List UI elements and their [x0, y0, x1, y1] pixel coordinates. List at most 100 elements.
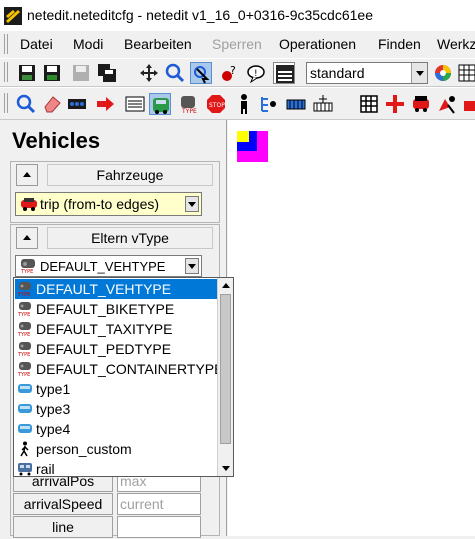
- crossing-icon[interactable]: [124, 93, 146, 115]
- speech-bubble-icon[interactable]: !: [245, 62, 267, 84]
- svg-text:STOP: STOP: [209, 102, 225, 109]
- list-item[interactable]: rail: [15, 459, 218, 476]
- vehicles-group-label: Fahrzeuge: [47, 164, 213, 186]
- menu-modi[interactable]: Modi: [73, 36, 103, 52]
- vehicle-mode-icon[interactable]: [149, 93, 171, 115]
- svg-text:TYPE: TYPE: [17, 292, 30, 297]
- list-item[interactable]: person_custom: [15, 439, 218, 459]
- menu-finden[interactable]: Finden: [378, 36, 421, 52]
- canvas-graphics: [237, 131, 268, 162]
- grid-view-icon[interactable]: [358, 93, 380, 115]
- car-blue-icon: [17, 401, 33, 417]
- container-plan-icon[interactable]: [312, 93, 334, 115]
- search-icon[interactable]: [15, 93, 37, 115]
- svg-text:!: !: [254, 69, 258, 79]
- car-blue-icon: [17, 381, 33, 397]
- svg-text:TYPE: TYPE: [17, 352, 30, 357]
- vtype-icon: TYPE: [17, 301, 33, 318]
- mode-select[interactable]: standard: [306, 62, 428, 84]
- vtype-icon: TYPE: [19, 258, 37, 275]
- network-canvas[interactable]: [228, 120, 475, 536]
- person-icon[interactable]: [233, 93, 255, 115]
- parent-vtype-select[interactable]: TYPE DEFAULT_VEHTYPE: [15, 255, 202, 277]
- vehicle-type-select[interactable]: trip (from-to edges): [15, 192, 202, 216]
- container-icon[interactable]: [285, 93, 307, 115]
- svg-text:TYPE: TYPE: [20, 269, 33, 274]
- lock-extra-icon[interactable]: [460, 93, 475, 115]
- vehicle-lock-icon[interactable]: [410, 93, 432, 115]
- attribute-input[interactable]: [117, 516, 201, 538]
- train-icon: [17, 461, 33, 476]
- red-arrow-icon[interactable]: [94, 93, 116, 115]
- parent-vtype-dropdown-list[interactable]: TYPE DEFAULT_VEHTYPE TYPE DEFAULT_BIKETY…: [13, 277, 234, 477]
- attribute-row-arrivalspeed: arrivalSpeed current: [13, 493, 203, 515]
- menu-bearbeiten[interactable]: Bearbeiten: [124, 36, 192, 52]
- list-item[interactable]: TYPE DEFAULT_VEHTYPE: [15, 279, 218, 299]
- list-item[interactable]: type1: [15, 379, 218, 399]
- save-all-icon[interactable]: [96, 62, 118, 84]
- junction-icon[interactable]: [384, 93, 406, 115]
- collapse-vehicles-button[interactable]: [16, 164, 38, 186]
- list-item[interactable]: TYPE DEFAULT_TAXITYPE: [15, 319, 218, 339]
- mode-select-value: standard: [310, 65, 365, 81]
- toolbar-grip-2[interactable]: [4, 93, 8, 113]
- list-item[interactable]: type3: [15, 399, 218, 419]
- zoom-icon[interactable]: [164, 62, 186, 84]
- title-bar: netedit.neteditcfg - netedit v1_16_0+031…: [0, 0, 475, 31]
- menu-icon[interactable]: [273, 62, 295, 84]
- collapse-vtype-button[interactable]: [16, 227, 38, 249]
- pedestrian-icon: [17, 441, 33, 457]
- vtype-icon: TYPE: [17, 281, 33, 298]
- list-item[interactable]: TYPE DEFAULT_PEDTYPE: [15, 339, 218, 359]
- menu-werkzeuge[interactable]: Werkz: [437, 36, 475, 52]
- chevron-down-icon[interactable]: [185, 258, 199, 274]
- inspect-mode-icon[interactable]: [190, 62, 212, 84]
- attribute-input[interactable]: current: [117, 493, 201, 515]
- toolbar-modes: TYPE STOP: [0, 87, 475, 120]
- parent-vtype-value: DEFAULT_VEHTYPE: [40, 259, 166, 274]
- car-blue-icon: [17, 421, 33, 437]
- menu-bar: Datei Modi Bearbeiten Sperren Operatione…: [0, 31, 475, 58]
- color-wheel-icon[interactable]: [432, 62, 454, 84]
- chevron-down-icon[interactable]: [185, 196, 199, 212]
- list-item[interactable]: type4: [15, 419, 218, 439]
- toolbar-grip[interactable]: [4, 62, 8, 82]
- vtype-icon: TYPE: [17, 321, 33, 338]
- save-as-icon[interactable]: [41, 62, 63, 84]
- menubar-grip[interactable]: [4, 34, 8, 54]
- chevron-down-icon[interactable]: [411, 63, 427, 83]
- attribute-row-line: line: [13, 516, 203, 538]
- attribute-label[interactable]: line: [13, 516, 113, 538]
- list-item[interactable]: TYPE DEFAULT_BIKETYPE: [15, 299, 218, 319]
- attribute-label[interactable]: arrivalSpeed: [13, 493, 113, 515]
- menu-sperren[interactable]: Sperren: [212, 36, 262, 52]
- grid-icon[interactable]: [456, 62, 475, 84]
- vtype-icon: TYPE: [17, 361, 33, 378]
- window-title: netedit.neteditcfg - netedit v1_16_0+031…: [27, 7, 373, 23]
- help-icon[interactable]: ?: [219, 62, 241, 84]
- svg-text:?: ?: [230, 64, 236, 77]
- menu-datei[interactable]: Datei: [20, 36, 53, 52]
- svg-text:TYPE: TYPE: [181, 108, 197, 115]
- move-icon[interactable]: [138, 62, 160, 84]
- vtype-icon[interactable]: TYPE: [177, 93, 199, 115]
- svg-text:TYPE: TYPE: [17, 312, 30, 317]
- toolbar-file: ? ! standard: [0, 58, 475, 87]
- person-plan-icon[interactable]: [258, 93, 280, 115]
- scroll-up-icon[interactable]: [218, 278, 233, 294]
- traffic-light-icon[interactable]: [66, 93, 88, 115]
- parent-vtype-label: Eltern vType: [47, 227, 213, 249]
- save-disabled-icon[interactable]: [70, 62, 92, 84]
- vehicle-type-value: trip (from-to edges): [40, 196, 160, 212]
- menu-operationen[interactable]: Operationen: [279, 36, 356, 52]
- save-icon[interactable]: [16, 62, 38, 84]
- eraser-icon[interactable]: [41, 93, 63, 115]
- car-red-icon: [20, 197, 38, 211]
- person-lock-icon[interactable]: [436, 93, 458, 115]
- svg-text:TYPE: TYPE: [17, 332, 30, 337]
- scroll-down-icon[interactable]: [218, 460, 233, 476]
- stop-icon[interactable]: STOP: [205, 93, 227, 115]
- scrollbar-thumb[interactable]: [220, 294, 231, 444]
- list-item[interactable]: TYPE DEFAULT_CONTAINERTYPE: [15, 359, 223, 379]
- dropdown-scrollbar[interactable]: [217, 278, 233, 476]
